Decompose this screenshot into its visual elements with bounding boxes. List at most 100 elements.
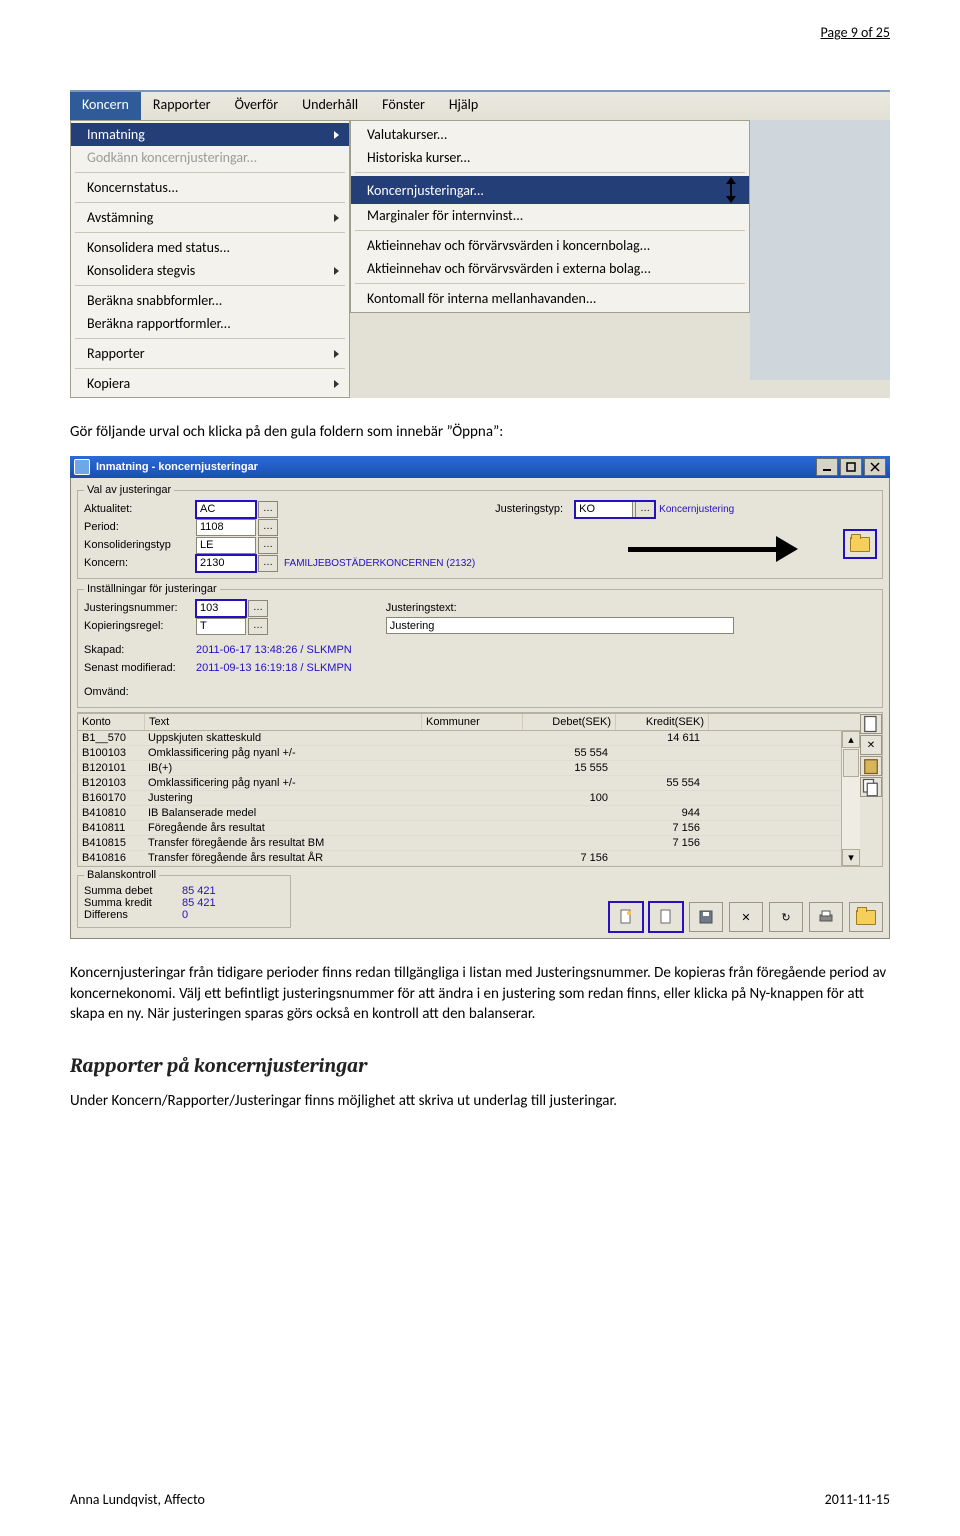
mdi-background [750, 120, 890, 380]
menu-item-konsolidera-status[interactable]: Konsolidera med status... [71, 236, 349, 259]
table-cell: Föregående års resultat [144, 821, 420, 835]
table-row[interactable]: B410810IB Balanserade medel944 [78, 806, 841, 821]
menu-item-snabbformler[interactable]: Beräkna snabbformler... [71, 289, 349, 312]
close-button[interactable] [864, 458, 886, 476]
menubar-item-rapporter[interactable]: Rapporter [141, 92, 223, 120]
section-heading: Rapporter på koncernjusteringar [70, 1054, 890, 1077]
scroll-down-icon[interactable]: ▾ [842, 849, 860, 866]
menu-item-label: Beräkna rapportformler... [87, 315, 231, 332]
input-justeringstyp[interactable]: KO [575, 501, 633, 518]
table-cell: B120101 [78, 761, 144, 775]
toolbar-delete-button[interactable]: ✕ [729, 902, 763, 932]
menu-item-label: Koncernjusteringar... [367, 182, 484, 199]
picker-period[interactable]: … [258, 519, 278, 536]
toolbar-open-button[interactable] [849, 902, 883, 932]
table-cell: 15 555 [520, 761, 612, 775]
label-kopieringsregel: Kopieringsregel: [84, 620, 196, 632]
vertical-scrollbar[interactable]: ▴ ▾ [841, 731, 860, 866]
table-row[interactable]: B410816Transfer föregående års resultat … [78, 851, 841, 866]
table-cell [520, 731, 612, 745]
maximize-button[interactable] [840, 458, 862, 476]
open-folder-button[interactable] [844, 530, 876, 558]
scroll-up-icon[interactable]: ▴ [842, 731, 860, 748]
submenu-item-koncernjusteringar[interactable]: Koncernjusteringar... [351, 176, 749, 204]
table-row[interactable]: B1__570Uppskjuten skatteskuld14 611 [78, 731, 841, 746]
input-justeringstext[interactable]: Justering [386, 617, 734, 634]
value-senast: 2011-09-13 16:19:18 / SLKMPN [196, 662, 352, 674]
input-kopieringsregel[interactable]: T [196, 618, 246, 635]
dialog-screenshot: Inmatning - koncernjusteringar Val av ju… [70, 456, 890, 939]
submenu-item-marginaler[interactable]: Marginaler för internvinst... [351, 204, 749, 227]
footer-author: Anna Lundqvist, Affecto [70, 1491, 205, 1508]
toolbar-new-button[interactable] [609, 902, 643, 932]
table-row[interactable]: B120101IB(+)15 555 [78, 761, 841, 776]
table-row[interactable]: B160170Justering100 [78, 791, 841, 806]
row-tool-paste[interactable] [860, 756, 882, 776]
picker-justeringstyp[interactable]: … [635, 501, 655, 518]
menu-item-konsolidera-stegvis[interactable]: Konsolidera stegvis [71, 259, 349, 282]
col-debet[interactable]: Debet(SEK) [523, 714, 616, 730]
toolbar-save-button[interactable] [689, 902, 723, 932]
menu-item-rapporter[interactable]: Rapporter [71, 342, 349, 365]
menu-item-label: Konsolidera stegvis [87, 262, 195, 279]
menu-item-koncernstatus[interactable]: Koncernstatus... [71, 176, 349, 199]
minimize-button[interactable] [816, 458, 838, 476]
table-row[interactable]: B100103Omklassificering påg nyanl +/-55 … [78, 746, 841, 761]
table-cell [420, 836, 520, 850]
col-kommuner[interactable]: Kommuner [422, 714, 523, 730]
row-tool-new[interactable] [860, 714, 882, 734]
toolbar-blank-button[interactable] [649, 902, 683, 932]
table-cell [420, 761, 520, 775]
picker-aktualitet[interactable]: … [258, 501, 278, 518]
input-koncern[interactable]: 2130 [196, 555, 256, 572]
picker-koncern[interactable]: … [258, 555, 278, 572]
menubar-item-overfor[interactable]: Överför [223, 92, 291, 120]
col-kredit[interactable]: Kredit(SEK) [616, 714, 709, 730]
value-skapad: 2011-06-17 13:48:26 / SLKMPN [196, 644, 352, 656]
submenu-item-aktie-externa[interactable]: Aktieinnehav och förvärvsvärden i extern… [351, 257, 749, 280]
menubar-item-koncern[interactable]: Koncern [70, 92, 141, 120]
table-cell: B410811 [78, 821, 144, 835]
table-row[interactable]: B410815Transfer föregående års resultat … [78, 836, 841, 851]
table-row[interactable]: B120103Omklassificering påg nyanl +/-55 … [78, 776, 841, 791]
page-header: Page 9 of 25 [820, 24, 890, 41]
menu-item-label: Rapporter [87, 345, 145, 362]
col-text[interactable]: Text [145, 714, 422, 730]
row-tool-copy[interactable] [860, 777, 882, 797]
submenu-item-valutakurser[interactable]: Valutakurser... [351, 123, 749, 146]
menu-item-rapportformler[interactable]: Beräkna rapportformler... [71, 312, 349, 335]
dialog-title: Inmatning - koncernjusteringar [96, 461, 810, 473]
label-justeringstyp: Justeringstyp: [495, 503, 575, 515]
menubar-item-hjalp[interactable]: Hjälp [437, 92, 490, 120]
input-aktualitet[interactable]: AC [196, 501, 256, 518]
annotation-arrow-icon [628, 536, 798, 562]
picker-justeringsnummer[interactable]: … [248, 600, 268, 617]
menubar-item-underhall[interactable]: Underhåll [290, 92, 370, 120]
input-period[interactable]: 1108 [196, 519, 256, 536]
picker-kopieringsregel[interactable]: … [248, 618, 268, 635]
menubar: Koncern Rapporter Överför Underhåll Föns… [70, 92, 890, 120]
menu-item-inmatning[interactable]: Inmatning [71, 123, 349, 146]
table-cell: B410810 [78, 806, 144, 820]
input-justeringsnummer[interactable]: 103 [196, 600, 246, 617]
menubar-item-fonster[interactable]: Fönster [370, 92, 437, 120]
submenu-item-kontomall[interactable]: Kontomall för interna mellanhavanden... [351, 287, 749, 310]
submenu-item-historiska[interactable]: Historiska kurser... [351, 146, 749, 169]
scroll-thumb[interactable] [843, 749, 859, 777]
toolbar-refresh-button[interactable]: ↻ [769, 902, 803, 932]
menu-item-kopiera[interactable]: Kopiera [71, 372, 349, 395]
menu-item-avstamning[interactable]: Avstämning [71, 206, 349, 229]
label-skapad: Skapad: [84, 644, 196, 656]
picker-konsolideringstyp[interactable]: … [258, 537, 278, 554]
toolbar-print-button[interactable] [809, 902, 843, 932]
menu-item-label: Kopiera [87, 375, 130, 392]
label-justeringstext: Justeringstext: [386, 602, 468, 614]
balance-diff-k: Differens [84, 909, 170, 921]
col-konto[interactable]: Konto [78, 714, 145, 730]
row-tool-delete[interactable]: ✕ [860, 735, 882, 755]
submenu-item-aktie-koncern[interactable]: Aktieinnehav och förvärvsvärden i koncer… [351, 234, 749, 257]
input-konsolideringstyp[interactable]: LE [196, 537, 256, 554]
resize-cursor-icon [723, 179, 739, 201]
table-row[interactable]: B410811Föregående års resultat7 156 [78, 821, 841, 836]
label-konsolideringstyp: Konsolideringstyp [84, 539, 196, 551]
